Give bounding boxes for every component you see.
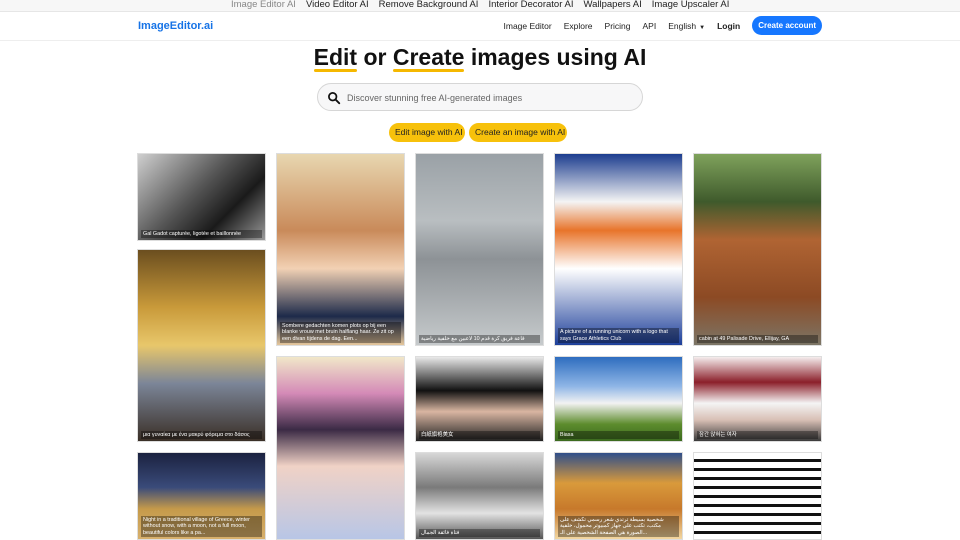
title-word-or: or [363,44,387,70]
gallery-card[interactable]: Gal Gadot capturée, ligotée et baillonné… [137,153,266,241]
gallery-image [138,250,265,441]
top-link[interactable]: Wallpapers AI [583,0,641,10]
gallery-image [416,453,543,539]
image-caption: قاعة فريق كرة قدم 10 لاعبين مع خلفية ريا… [419,334,540,343]
gallery-card[interactable]: μια γυναίκα με ένα μακρύ φόρεμα στο δάσο… [137,249,266,442]
image-caption: Sombere gedachten komen plots op bij een… [280,321,401,343]
image-caption: cabin at 49 Palisade Drive, Ellijay, GA [697,334,818,343]
gallery-card[interactable]: Sombere gedachten komen plots op bij een… [276,153,405,346]
nav-api[interactable]: API [643,21,657,31]
gallery-image [555,357,682,441]
gallery-image [694,453,821,539]
gallery-card[interactable]: قاعة فريق كرة قدم 10 لاعبين مع خلفية ريا… [415,153,544,346]
language-label: English [668,20,697,31]
search-input[interactable] [347,88,627,108]
image-caption: A picture of a running unicorn with a lo… [558,328,679,343]
create-account-button[interactable]: Create account [752,16,822,35]
gallery-card[interactable]: 白紙旗袍美女 [415,356,544,442]
image-caption: شخصية بسيطة ترتدي شعر رسمي تكشف على مكتب… [558,515,679,537]
gallery-image [416,357,543,441]
top-link[interactable]: Remove Background AI [379,0,479,10]
gallery-card[interactable]: cabin at 49 Palisade Drive, Ellijay, GA [693,153,822,346]
top-links-bar: Image Editor AI Video Editor AI Remove Bac… [0,0,960,12]
gallery-image [555,154,682,345]
image-caption: Gal Gadot capturée, ligotée et baillonné… [141,229,262,238]
caret-down-icon: ▼ [699,24,706,31]
search-icon [328,92,341,105]
nav-image-editor[interactable]: Image Editor [504,21,552,31]
nav-explore[interactable]: Explore [564,21,593,31]
language-select[interactable]: English ▼ [668,21,705,31]
navbar: ImageEditor.ai Image Editor Explore Pric… [0,12,960,41]
gallery-card[interactable] [276,356,405,540]
gallery-image [694,154,821,345]
login-link[interactable]: Login [717,21,740,31]
image-caption: 잠간 앉혀는 여자 [697,430,818,439]
page-title: Edit or Create images using AI [0,44,960,71]
gallery-card[interactable]: فتاة فائقة الجمال [415,452,544,540]
title-rest: images using AI [470,44,647,70]
edit-image-button[interactable]: Edit image with AI [389,123,465,142]
title-word-edit: Edit [313,44,358,70]
gallery-image [694,357,821,441]
gallery-card[interactable]: Night in a traditional village of Greece… [137,452,266,540]
image-caption: 白紙旗袍美女 [419,430,540,439]
search-bar[interactable] [317,83,643,111]
gallery-card[interactable]: 잠간 앉혀는 여자 [693,356,822,442]
image-caption: Night in a traditional village of Greece… [141,515,262,537]
title-word-create: Create [392,44,465,70]
gallery-card[interactable]: شخصية بسيطة ترتدي شعر رسمي تكشف على مكتب… [554,452,683,540]
gallery-card[interactable]: Biasa [554,356,683,442]
gallery-image [138,154,265,240]
gallery-card[interactable]: A picture of a running unicorn with a lo… [554,153,683,346]
create-image-button[interactable]: Create an image with AI [469,123,567,142]
top-link[interactable]: Image Upscaler AI [652,0,730,10]
gallery-image [416,154,543,345]
nav-pricing[interactable]: Pricing [605,21,631,31]
top-link[interactable]: Interior Decorator AI [488,0,573,10]
image-caption: Biasa [558,430,679,439]
gallery-image [277,357,404,539]
gallery-image [277,154,404,345]
top-link[interactable]: Video Editor AI [306,0,369,10]
brand-logo[interactable]: ImageEditor.ai [138,20,213,32]
gallery-card[interactable] [693,452,822,540]
image-caption: فتاة فائقة الجمال [419,528,540,537]
image-caption: μια γυναίκα με ένα μακρύ φόρεμα στο δάσο… [141,430,262,439]
top-link[interactable]: Image Editor AI [231,0,296,10]
